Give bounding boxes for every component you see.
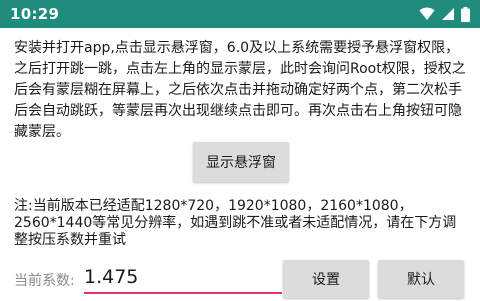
battery-icon [461,6,470,22]
coefficient-row: 当前系数: 设置 默认 [14,260,470,300]
show-floating-window-button[interactable]: 显示悬浮窗 [193,142,289,182]
status-time: 10:29 [10,5,60,23]
instructions-text: 安装并打开app,点击显示悬浮窗，6.0及以上系统需要授予悬浮窗权限，之后打开跳… [14,40,466,140]
main-content: 安装并打开app,点击显示悬浮窗，6.0及以上系统需要授予悬浮窗权限，之后打开跳… [14,38,470,143]
default-button[interactable]: 默认 [378,260,464,298]
set-button[interactable]: 设置 [283,260,369,298]
resolution-note: 注:当前版本已经适配1280*720，1920*1080，2160*1080，2… [14,198,457,248]
status-bar: 10:29 [0,0,480,28]
coefficient-label: 当前系数: [14,273,75,289]
signal-icon [442,8,454,20]
status-icons [419,6,470,22]
coefficient-input[interactable] [84,264,282,294]
wifi-icon [419,7,435,20]
